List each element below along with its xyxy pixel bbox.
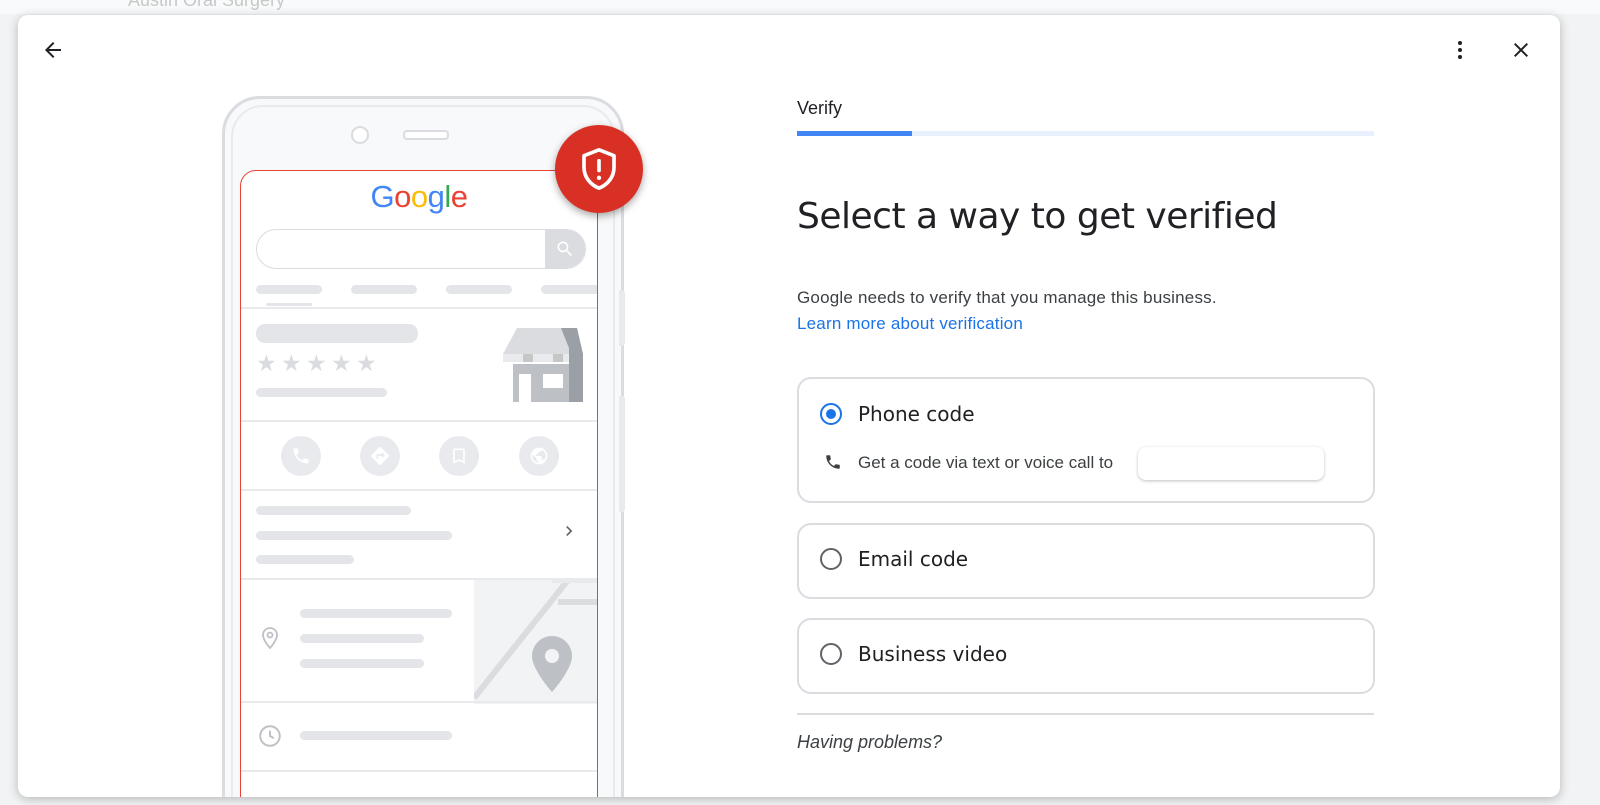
placeholder-line	[300, 731, 452, 740]
call-action-placeholder	[281, 436, 321, 476]
placeholder-tab	[351, 285, 417, 294]
phone-speaker	[403, 130, 449, 140]
google-logo: Google	[241, 179, 597, 215]
placeholder-business-name	[256, 324, 418, 343]
logo-letter: g	[427, 179, 445, 214]
placeholder-line	[300, 609, 452, 618]
star-icon: ★	[356, 350, 377, 376]
phone-side-button	[619, 290, 625, 346]
star-icon: ★	[331, 350, 352, 376]
phone-side-button	[619, 396, 625, 512]
storefront-icon	[503, 328, 583, 402]
illustration-search-box	[256, 229, 586, 269]
star-icon: ★	[306, 350, 327, 376]
website-action-placeholder	[519, 436, 559, 476]
option-business-video[interactable]: Business video	[797, 618, 1375, 694]
option-description: Get a code via text or voice call to	[858, 453, 1114, 472]
close-button[interactable]	[1501, 30, 1541, 70]
progress-fill	[797, 131, 913, 136]
phone-icon	[293, 448, 309, 464]
search-icon	[557, 241, 573, 257]
placeholder-tab	[541, 285, 597, 294]
map-thumbnail	[474, 580, 597, 704]
phone-camera	[351, 126, 369, 144]
redacted-phone-number	[1138, 447, 1324, 480]
clock-icon	[259, 725, 281, 747]
phone-icon	[826, 455, 840, 469]
page-title: Select a way to get verified	[797, 196, 1278, 237]
close-icon	[1514, 43, 1528, 57]
background-page-title: Austin Oral Surgery	[128, 0, 286, 10]
shield-alert-icon	[582, 148, 616, 191]
logo-letter: o	[410, 179, 428, 214]
placeholder-tab-underline	[266, 303, 312, 306]
placeholder-line	[256, 506, 411, 515]
more-options-button[interactable]	[1440, 30, 1480, 70]
option-label: Phone code	[858, 402, 975, 426]
directions-icon	[370, 446, 390, 466]
having-problems-link[interactable]: Having problems?	[797, 732, 942, 753]
phone-code-radio[interactable]	[820, 403, 842, 425]
logo-letter: o	[394, 179, 411, 214]
chevron-right-icon	[566, 526, 573, 536]
placeholder-line	[256, 388, 387, 397]
placeholder-line	[300, 659, 424, 668]
email-code-radio[interactable]	[820, 548, 842, 570]
divider	[797, 713, 1374, 715]
arrow-left-icon	[45, 42, 61, 58]
more-vert-icon	[1458, 41, 1462, 59]
divider	[241, 770, 597, 772]
divider	[241, 307, 597, 309]
business-video-radio[interactable]	[820, 643, 842, 665]
search-button-illustration	[545, 230, 585, 268]
option-email-code[interactable]: Email code	[797, 523, 1375, 599]
option-label: Business video	[858, 642, 1008, 666]
phone-screen: Google ★ ★ ★ ★ ★	[240, 170, 598, 797]
back-button[interactable]	[33, 30, 73, 70]
directions-action-placeholder	[360, 436, 400, 476]
placeholder-tab	[446, 285, 512, 294]
description-text: Google needs to verify that you manage t…	[797, 288, 1217, 307]
placeholder-line	[256, 555, 354, 564]
divider	[241, 489, 597, 491]
placeholder-line	[256, 531, 452, 540]
verification-dialog: Google ★ ★ ★ ★ ★ Verify Select a way to …	[18, 15, 1560, 797]
bookmark-icon	[453, 448, 465, 464]
logo-letter: G	[370, 179, 395, 214]
option-phone-code[interactable]: Phone code Get a code via text or voice …	[797, 377, 1375, 503]
divider	[241, 701, 597, 703]
star-icon: ★	[256, 350, 277, 376]
logo-letter: e	[450, 179, 468, 214]
learn-more-link[interactable]: Learn more about verification	[797, 314, 1023, 334]
location-pin-icon	[262, 627, 278, 650]
placeholder-tab	[256, 285, 322, 294]
star-icon: ★	[281, 350, 302, 376]
divider	[241, 420, 597, 422]
step-label: Verify	[797, 98, 843, 118]
save-action-placeholder	[439, 436, 479, 476]
progress-bar	[797, 131, 1374, 136]
placeholder-line	[300, 634, 424, 643]
globe-icon	[530, 447, 548, 465]
option-label: Email code	[858, 547, 969, 571]
security-badge	[555, 125, 643, 213]
